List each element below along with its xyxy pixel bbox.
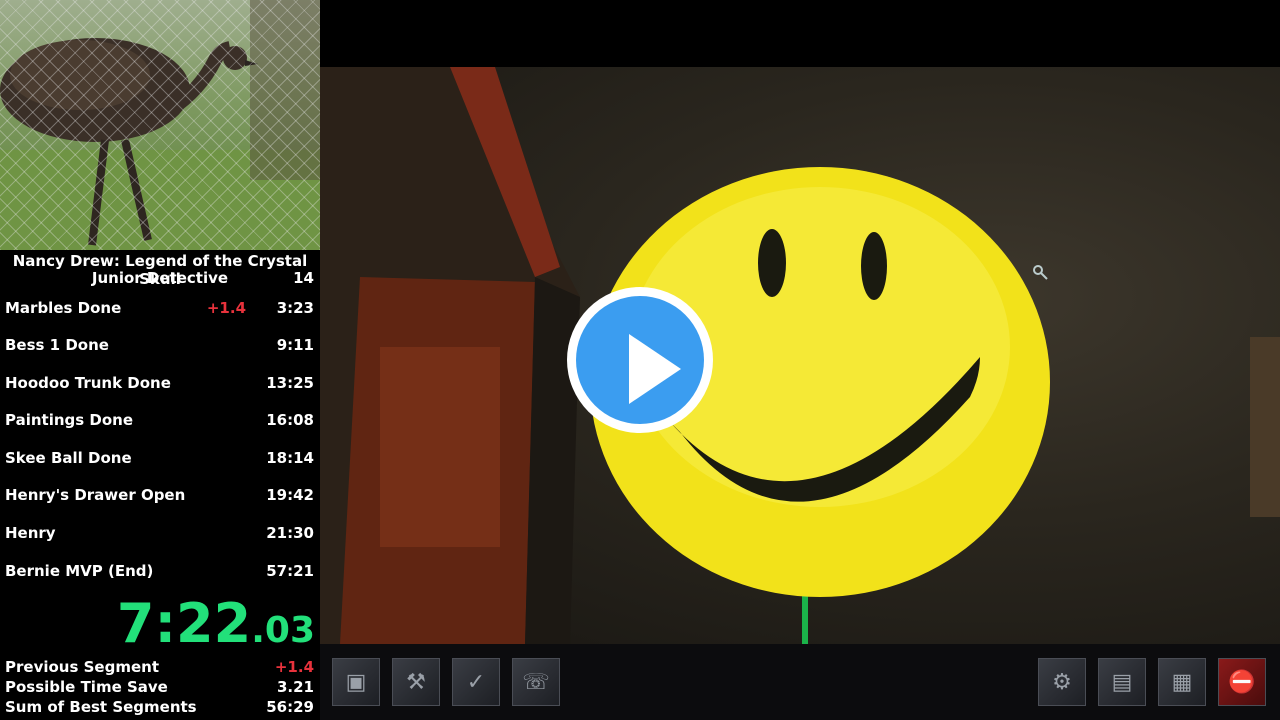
info-label: Sum of Best Segments [5, 698, 197, 716]
split-row: Bernie MVP (End) 57:21 [0, 553, 320, 590]
split-row: Henry's Drawer Open 19:42 [0, 477, 320, 514]
box-icon[interactable]: ▣ [332, 658, 380, 706]
timer-fraction: .03 [251, 610, 315, 651]
play-button-disc [576, 296, 704, 424]
letterbox-bar [320, 0, 1280, 67]
split-delta: +1.4 [206, 299, 246, 317]
split-time: 16:08 [266, 411, 314, 429]
fence-overlay [0, 0, 320, 250]
folder-icon[interactable]: ▤ [1098, 658, 1146, 706]
hammer-icon[interactable]: ⚒ [392, 658, 440, 706]
inventory-bar: ▣ ⚒ ✓ ☏ ⚙ ▤ ▦ ⛔ [320, 644, 1280, 720]
split-row: Marbles Done +1.4 3:23 [0, 290, 320, 327]
split-row: Bess 1 Done 9:11 [0, 327, 320, 364]
info-sum-of-best: Sum of Best Segments 56:29 [0, 696, 320, 716]
disk-icon[interactable]: ▦ [1158, 658, 1206, 706]
info-value: 56:29 [266, 698, 314, 716]
split-time: 57:21 [266, 562, 314, 580]
split-name: Henry's Drawer Open [5, 486, 186, 504]
attempt-counter: 14 [293, 269, 314, 287]
split-row: Paintings Done 16:08 [0, 402, 320, 439]
gear-icon[interactable]: ⚙ [1038, 658, 1086, 706]
info-previous-segment: Previous Segment +1.4 [0, 656, 320, 676]
split-name: Hoodoo Trunk Done [5, 374, 171, 392]
checklist-icon[interactable]: ✓ [452, 658, 500, 706]
split-name: Bess 1 Done [5, 336, 109, 354]
split-name: Skee Ball Done [5, 449, 132, 467]
split-name: Marbles Done [5, 299, 122, 317]
split-time: 19:42 [266, 486, 314, 504]
split-row: Hoodoo Trunk Done 13:25 [0, 365, 320, 402]
play-icon [629, 334, 681, 404]
info-label: Previous Segment [5, 658, 159, 676]
split-row: Henry 21:30 [0, 515, 320, 552]
split-time: 18:14 [266, 449, 314, 467]
split-time: 21:30 [266, 524, 314, 542]
scene-art [320, 67, 1280, 644]
split-row: Skee Ball Done 18:14 [0, 440, 320, 477]
game-scene[interactable] [320, 67, 1280, 644]
split-time: 13:25 [266, 374, 314, 392]
exit-icon[interactable]: ⛔ [1218, 658, 1266, 706]
category-label: Junior Detective [91, 269, 229, 287]
timer-main: 7:22 [116, 592, 252, 655]
info-value: 3.21 [276, 678, 314, 696]
run-header: Nancy Drew: Legend of the Crystal Skull … [0, 252, 320, 290]
splits-panel: Nancy Drew: Legend of the Crystal Skull … [0, 0, 320, 720]
info-label: Possible Time Save [5, 678, 168, 696]
info-possible-time-save: Possible Time Save 3.21 [0, 676, 320, 696]
split-name: Henry [5, 524, 56, 542]
play-button[interactable] [567, 287, 713, 433]
split-time: 3:23 [276, 299, 314, 317]
split-name: Paintings Done [5, 411, 134, 429]
info-value: +1.4 [274, 658, 314, 676]
webcam-image [0, 0, 320, 250]
split-time: 9:11 [276, 336, 314, 354]
phone-icon[interactable]: ☏ [512, 658, 560, 706]
magnifier-cursor-icon [1033, 265, 1048, 280]
split-name: Bernie MVP (End) [5, 562, 154, 580]
game-viewport[interactable]: ▣ ⚒ ✓ ☏ ⚙ ▤ ▦ ⛔ [320, 0, 1280, 720]
